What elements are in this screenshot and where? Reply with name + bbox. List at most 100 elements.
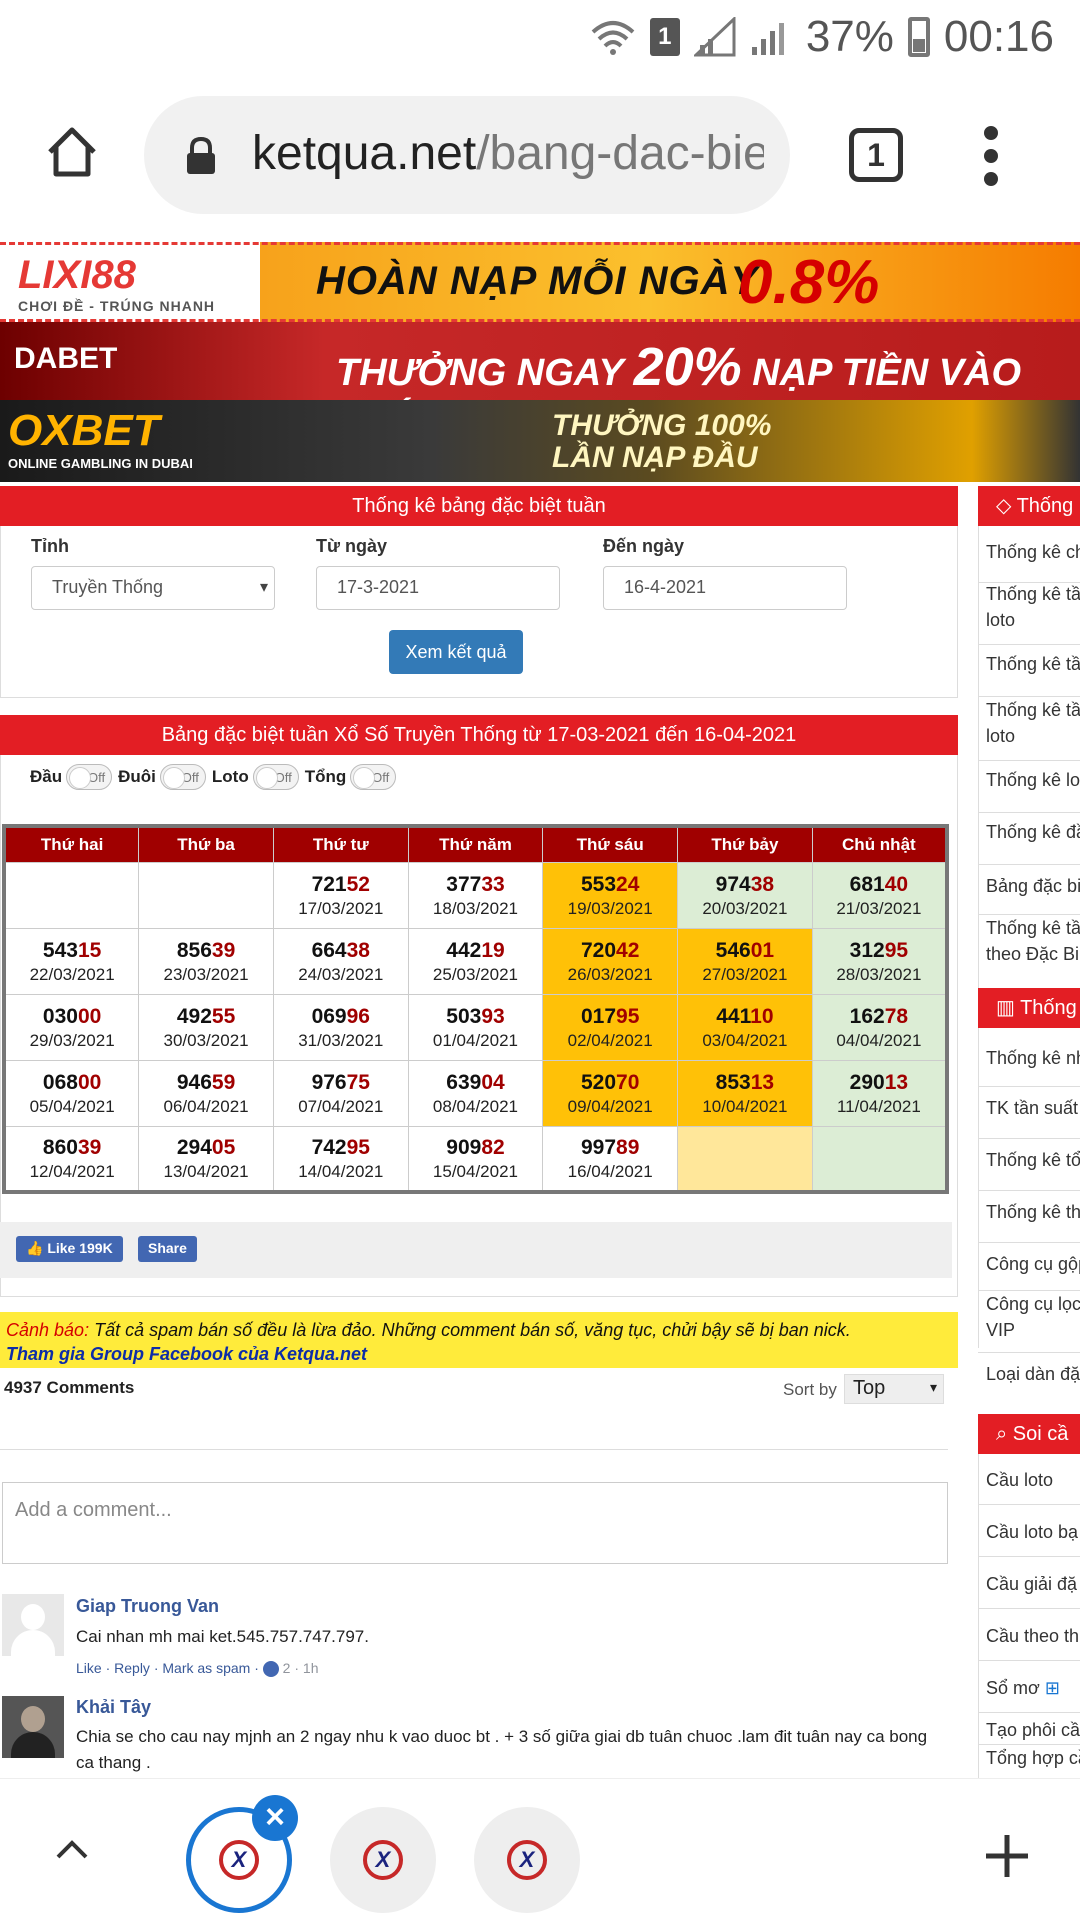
result-cell: 54601 27/03/2021	[677, 927, 813, 995]
comment-author[interactable]: Khải Tây	[76, 1697, 151, 1718]
special-number: 31295	[849, 939, 909, 962]
lixi88-message: HOÀN NẠP MỖI NGÀY	[316, 259, 759, 303]
comment-like-link[interactable]: Like	[76, 1660, 102, 1676]
overflow-menu-icon[interactable]	[984, 126, 998, 186]
table-header: Thứ sáu	[542, 825, 679, 863]
address-bar[interactable]: ketqua.net/bang-dac-biet-tuan	[144, 96, 790, 214]
result-cell: 63904 08/04/2021	[407, 1059, 544, 1127]
province-select[interactable]: Truyền Thống	[31, 566, 275, 610]
sidebar-item[interactable]: Sổ mơ ⊞	[986, 1676, 1060, 1701]
plus-icon[interactable]	[984, 1833, 1030, 1879]
special-number: 74295	[311, 1136, 370, 1160]
lixi88-banner[interactable]: LIXI88 CHƠI ĐỀ - TRÚNG NHANH HOÀN NẠP MỖI…	[0, 242, 1080, 322]
avatar[interactable]	[2, 1594, 64, 1656]
toggle-total[interactable]: Off	[350, 764, 397, 790]
result-cell: 37733 18/03/2021	[407, 861, 544, 929]
sort-label: Sort by	[783, 1380, 837, 1399]
chevron-up-icon[interactable]	[54, 1831, 90, 1867]
facebook-group-link[interactable]: Tham gia Group Facebook của Ketqua.net	[6, 1342, 952, 1366]
sidebar-item[interactable]: Tạo phôi cầ	[986, 1718, 1080, 1743]
facebook-like-button[interactable]: 👍 Like 199K	[16, 1236, 123, 1262]
special-number: 06996	[311, 1005, 370, 1028]
special-number: 97438	[715, 873, 775, 896]
sidebar-item[interactable]: Thống kê đầ	[986, 820, 1080, 845]
toggle-head[interactable]: Off	[66, 764, 113, 790]
toggle-loto[interactable]: Off	[252, 764, 299, 790]
draw-date: 25/03/2021	[432, 965, 519, 984]
warning-text: Tất cả spam bán số đều là lừa đảo. Những…	[94, 1320, 851, 1340]
comments-count: 4937 Comments	[4, 1378, 135, 1397]
to-date-input[interactable]: 16-4-2021	[603, 566, 847, 610]
toggle-tail[interactable]: Off	[159, 764, 206, 790]
sidebar-item[interactable]: Thống kê lo	[986, 768, 1080, 793]
sidebar-item[interactable]: Bảng đặc bi	[986, 874, 1080, 899]
table-row: 03000 29/03/2021 49255 30/03/2021 06996 31/03…	[3, 993, 948, 1061]
sidebar-item[interactable]: Cầu theo th	[986, 1624, 1079, 1649]
sidebar-item[interactable]: Thống kê tầ	[986, 916, 1080, 941]
sidebar-item[interactable]: Cầu giải đặ	[986, 1572, 1077, 1597]
draw-date: 22/03/2021	[29, 965, 115, 984]
sidebar-item[interactable]: Thống kê tầ	[986, 652, 1080, 677]
sidebar-item[interactable]: Cầu loto	[986, 1468, 1053, 1493]
from-date-input[interactable]: 17-3-2021	[316, 566, 560, 610]
browser-toolbar: ketqua.net/bang-dac-biet-tuan 1	[0, 76, 1080, 242]
sidebar-item[interactable]: Thống kê nh	[986, 1046, 1080, 1071]
sidebar-item[interactable]: Cầu loto bạ	[986, 1520, 1078, 1545]
sidebar-item[interactable]: Loại dàn đặ	[986, 1362, 1080, 1387]
sidebar-item[interactable]: Công cụ gộp	[986, 1252, 1080, 1277]
lixi88-logo: LIXI88 CHƠI ĐỀ - TRÚNG NHANH	[18, 253, 216, 314]
draw-date: 01/04/2021	[432, 1031, 519, 1050]
special-number: 03000	[42, 1005, 102, 1028]
home-icon[interactable]	[44, 124, 100, 180]
result-cell: 16278 04/04/2021	[811, 993, 948, 1061]
comment-actions: Like · Reply · Mark as spam · 2 · 1h	[76, 1660, 319, 1678]
special-number: 16278	[849, 1005, 909, 1028]
sidebar-item[interactable]: Thống kê th	[986, 1200, 1080, 1225]
sidebar-heading-tools: ▥ Thống	[978, 988, 1080, 1028]
view-results-button[interactable]: Xem kết quả	[389, 630, 523, 674]
tab-strip: X × X X	[0, 1778, 1080, 1920]
comment-author[interactable]: Giap Truong Van	[76, 1596, 219, 1617]
result-cell: 97438 20/03/2021	[677, 861, 813, 929]
close-tab-icon[interactable]: ×	[252, 1795, 298, 1841]
draw-date: 14/04/2021	[298, 1162, 384, 1182]
sidebar-item[interactable]: Thống kê ch	[986, 540, 1080, 565]
special-number: 63904	[446, 1071, 505, 1094]
wifi-icon	[591, 21, 635, 55]
divider	[978, 696, 1080, 697]
sort-select[interactable]: Top	[844, 1374, 944, 1404]
result-cell: 97675 07/04/2021	[272, 1059, 409, 1127]
weekly-results-table: Thứ hai Thứ ba Thứ tư Thứ năm Thứ sáu Thứ bảy…	[2, 824, 949, 1194]
sidebar-item[interactable]: loto	[986, 608, 1015, 633]
sidebar-item[interactable]: Thống kê tầ	[986, 698, 1080, 723]
special-number: 44219	[446, 939, 505, 962]
tab-thumbnail[interactable]: X	[330, 1807, 436, 1913]
oxbet-banner[interactable]: OXBET ONLINE GAMBLING IN DUBAI THƯỞNG 100…	[0, 400, 1080, 482]
sidebar-item[interactable]: Thống kê tổ	[986, 1148, 1080, 1173]
sidebar-item[interactable]: VIP	[986, 1318, 1015, 1343]
dabet-banner[interactable]: DABET THƯỞNG NGAY 20% NẠP TIỀN VÀO THỨ 7	[0, 322, 1080, 400]
sidebar-item[interactable]: TK tần suất	[986, 1096, 1078, 1121]
toggle-label-head: Đầu	[30, 767, 63, 786]
result-cell: 68140 21/03/2021	[811, 861, 948, 929]
facebook-share-button[interactable]: Share	[138, 1236, 197, 1262]
tab-switcher-button[interactable]: 1	[849, 128, 903, 182]
comment-text: Chia se cho cau nay mjnh an 2 ngay nhu k…	[76, 1727, 928, 1772]
avatar[interactable]	[2, 1696, 64, 1758]
divider	[978, 1242, 1080, 1243]
divider	[978, 1556, 1080, 1557]
sidebar-item[interactable]: Tổng hợp cầ	[986, 1746, 1080, 1771]
tab-thumbnail[interactable]: X	[474, 1807, 580, 1913]
sidebar-item[interactable]: loto	[986, 724, 1015, 749]
sidebar-item[interactable]: Công cụ lọc	[986, 1292, 1080, 1317]
special-number: 72152	[311, 873, 370, 896]
lock-icon	[187, 136, 215, 174]
sidebar-item[interactable]: Thống kê tầ	[986, 582, 1080, 607]
mark-spam-link[interactable]: Mark as spam	[162, 1660, 250, 1676]
comment-reply-link[interactable]: Reply	[114, 1660, 150, 1676]
result-cell: 66438 24/03/2021	[272, 927, 409, 995]
comment-input[interactable]: Add a comment...	[2, 1482, 948, 1564]
search-icon: ⌕	[996, 1423, 1013, 1445]
draw-date: 29/03/2021	[29, 1031, 115, 1050]
sidebar-item[interactable]: theo Đặc Bi	[986, 942, 1079, 967]
